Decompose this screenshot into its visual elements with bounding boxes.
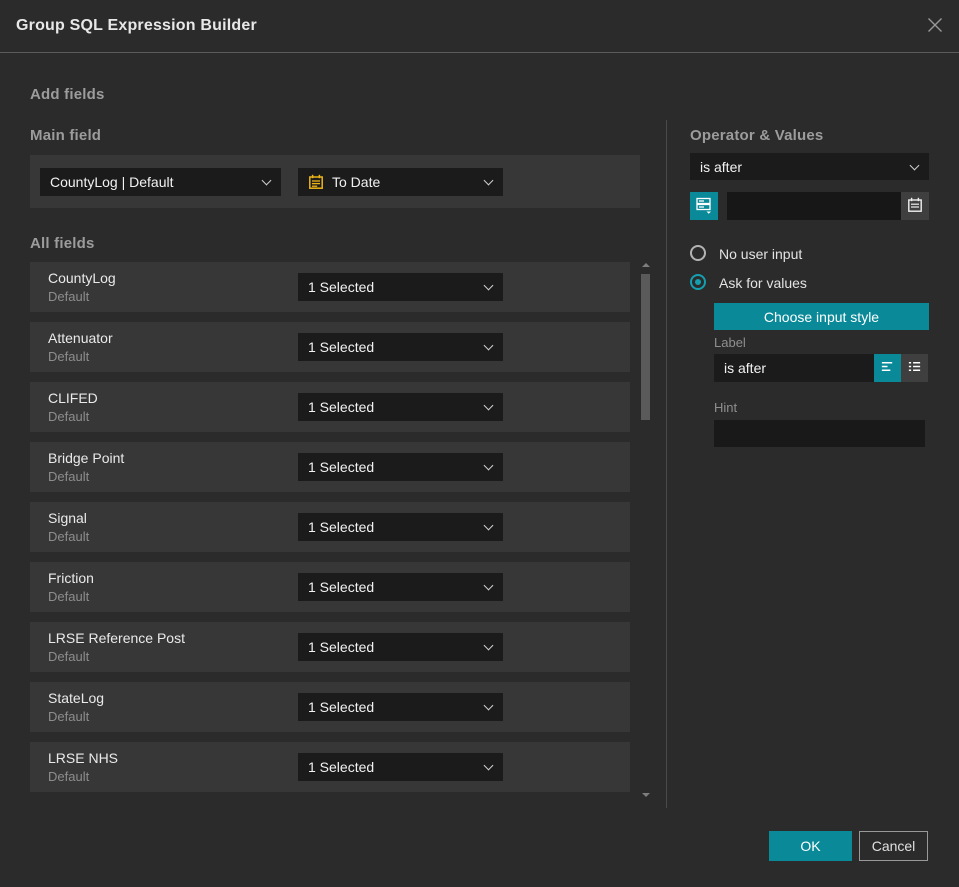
bulleted-list-icon (907, 359, 922, 377)
chevron-down-icon (483, 460, 494, 471)
operator-select-value: is after (700, 158, 743, 175)
label-input[interactable] (714, 354, 874, 382)
chevron-down-icon (483, 400, 494, 411)
field-row: CountyLog Default 1 Selected (30, 262, 630, 312)
field-name: Attenuator (48, 330, 113, 346)
field-row: Signal Default 1 Selected (30, 502, 630, 552)
operator-values-heading: Operator & Values (690, 127, 824, 144)
cancel-button[interactable]: Cancel (859, 831, 928, 861)
label-field-label: Label (714, 335, 746, 350)
input-style-list-button[interactable] (901, 354, 928, 382)
chevron-down-icon (909, 160, 920, 171)
field-name: Bridge Point (48, 450, 125, 466)
panel-divider (666, 120, 667, 808)
ok-button[interactable]: OK (769, 831, 852, 861)
main-field-panel: CountyLog | Default To Date (30, 155, 640, 208)
main-field-heading: Main field (30, 127, 102, 144)
main-field-select-value: CountyLog | Default (50, 174, 174, 190)
radio-ask-for-values-label[interactable]: Ask for values (719, 275, 807, 291)
close-button[interactable] (923, 15, 947, 39)
field-selected-value: 1 Selected (308, 279, 375, 295)
date-mode-select-value: To Date (332, 174, 381, 190)
chevron-down-icon (483, 700, 494, 711)
input-style-single-button[interactable] (874, 354, 901, 382)
field-name: LRSE NHS (48, 750, 119, 766)
field-row: LRSE NHS Default 1 Selected (30, 742, 630, 792)
chevron-down-icon (261, 175, 272, 186)
value-source-button[interactable] (690, 192, 718, 220)
field-row: Bridge Point Default 1 Selected (30, 442, 630, 492)
field-row: StateLog Default 1 Selected (30, 682, 630, 732)
add-fields-heading: Add fields (30, 86, 105, 103)
chevron-down-icon (483, 340, 494, 351)
field-subtitle: Default (48, 649, 90, 664)
field-subtitle: Default (48, 289, 90, 304)
close-icon (925, 15, 945, 40)
field-subtitle: Default (48, 469, 90, 484)
field-row: Attenuator Default 1 Selected (30, 322, 630, 372)
field-selected-dropdown[interactable]: 1 Selected (298, 693, 503, 721)
field-selected-value: 1 Selected (308, 519, 375, 535)
field-name: Friction (48, 570, 94, 586)
field-subtitle: Default (48, 709, 90, 724)
date-picker-button[interactable] (901, 192, 929, 220)
field-selected-value: 1 Selected (308, 399, 375, 415)
field-selected-value: 1 Selected (308, 699, 375, 715)
field-selected-value: 1 Selected (308, 759, 375, 775)
radio-no-user-input-label[interactable]: No user input (719, 246, 802, 262)
field-selected-value: 1 Selected (308, 579, 375, 595)
field-name: CountyLog (48, 270, 116, 286)
field-selected-dropdown[interactable]: 1 Selected (298, 753, 503, 781)
calendar-icon (308, 174, 324, 190)
field-row: CLIFED Default 1 Selected (30, 382, 630, 432)
field-values-icon (695, 196, 713, 217)
scrollbar-thumb[interactable] (641, 274, 650, 420)
chevron-down-icon (483, 640, 494, 651)
chevron-down-icon (483, 760, 494, 771)
field-selected-dropdown[interactable]: 1 Selected (298, 513, 503, 541)
chevron-down-icon (483, 520, 494, 531)
date-mode-select[interactable]: To Date (298, 168, 503, 196)
field-name: Signal (48, 510, 87, 526)
align-left-icon (880, 359, 895, 377)
field-subtitle: Default (48, 349, 90, 364)
scroll-up-icon[interactable] (642, 263, 650, 267)
field-name: CLIFED (48, 390, 98, 406)
value-input[interactable] (727, 192, 901, 220)
field-selected-dropdown[interactable]: 1 Selected (298, 573, 503, 601)
chevron-down-icon (483, 580, 494, 591)
chevron-down-icon (483, 280, 494, 291)
field-selected-value: 1 Selected (308, 639, 375, 655)
field-name: StateLog (48, 690, 105, 706)
scroll-down-icon[interactable] (642, 793, 650, 797)
field-subtitle: Default (48, 529, 90, 544)
calendar-icon (907, 197, 923, 216)
dialog-title: Group SQL Expression Builder (16, 17, 257, 34)
group-sql-expression-builder-dialog: Group SQL Expression Builder Add fields … (0, 0, 959, 887)
hint-input[interactable] (714, 420, 925, 447)
field-name: LRSE Reference Post (48, 630, 185, 646)
field-row: LRSE Reference Post Default 1 Selected (30, 622, 630, 672)
chevron-down-icon (483, 175, 494, 186)
radio-no-user-input[interactable] (690, 245, 706, 261)
field-selected-dropdown[interactable]: 1 Selected (298, 273, 503, 301)
operator-select[interactable]: is after (690, 153, 929, 180)
field-selected-value: 1 Selected (308, 339, 375, 355)
field-selected-value: 1 Selected (308, 459, 375, 475)
field-subtitle: Default (48, 769, 90, 784)
choose-input-style-button[interactable]: Choose input style (714, 303, 929, 330)
main-field-select[interactable]: CountyLog | Default (40, 168, 281, 196)
dialog-header: Group SQL Expression Builder (0, 0, 959, 53)
field-subtitle: Default (48, 589, 90, 604)
fields-list-scrollbar[interactable] (641, 261, 651, 799)
all-fields-heading: All fields (30, 235, 95, 252)
hint-field-label: Hint (714, 400, 738, 415)
field-selected-dropdown[interactable]: 1 Selected (298, 453, 503, 481)
field-selected-dropdown[interactable]: 1 Selected (298, 333, 503, 361)
field-selected-dropdown[interactable]: 1 Selected (298, 633, 503, 661)
field-row: Friction Default 1 Selected (30, 562, 630, 612)
field-selected-dropdown[interactable]: 1 Selected (298, 393, 503, 421)
field-subtitle: Default (48, 409, 90, 424)
radio-ask-for-values[interactable] (690, 274, 706, 290)
